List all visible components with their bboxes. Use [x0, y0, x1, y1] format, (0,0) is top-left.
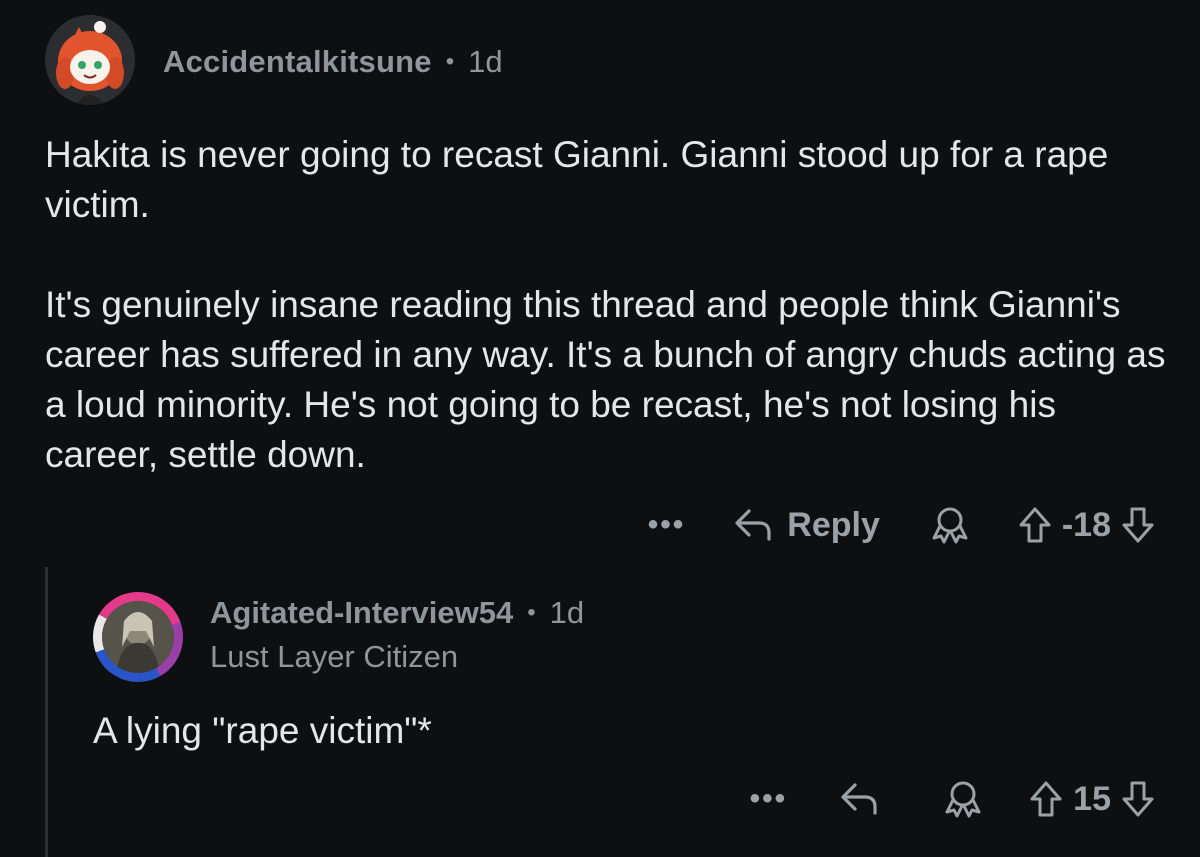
upvote-arrow-icon[interactable] — [1018, 506, 1052, 544]
vote-score: -18 — [1061, 505, 1111, 544]
comment-age: 1d — [549, 595, 585, 630]
comment-meta: Accidentalkitsune • 1d — [163, 42, 503, 82]
user-avatar[interactable] — [93, 592, 183, 682]
comment-actions: ••• Reply -18 — [648, 500, 1155, 550]
separator-dot: • — [527, 599, 536, 626]
downvote-arrow-icon[interactable] — [1121, 780, 1155, 818]
comment-paragraph: Hakita is never going to recast Gianni. … — [45, 134, 1109, 225]
more-options-button[interactable]: ••• — [648, 508, 686, 542]
reply-label: Reply — [787, 505, 880, 544]
award-icon — [945, 781, 981, 818]
reply-button[interactable] — [839, 781, 893, 817]
vote-score: 15 — [1073, 779, 1111, 818]
snoo-avatar-icon — [45, 15, 135, 105]
reply-arrow-icon — [841, 783, 877, 815]
profile-picture-icon — [102, 601, 174, 673]
comment-paragraph: It's genuinely insane reading this threa… — [45, 284, 1166, 475]
comment-thread: Accidentalkitsune • 1d Hakita is never g… — [0, 0, 1200, 857]
thread-line[interactable] — [45, 567, 48, 857]
user-flair: Lust Layer Citizen — [210, 639, 459, 674]
more-options-button[interactable]: ••• — [750, 782, 788, 816]
reply-actions: ••• 15 — [750, 774, 1155, 824]
reply-meta: Agitated-Interview54 • 1d Lust Layer Cit… — [210, 593, 584, 677]
award-icon — [932, 507, 968, 544]
award-button[interactable] — [943, 780, 983, 818]
reply-body: A lying "rape victim"* — [93, 710, 432, 751]
vote-controls: 15 — [1029, 780, 1155, 819]
downvote-arrow-icon[interactable] — [1121, 506, 1155, 544]
username-link[interactable]: Agitated-Interview54 — [210, 595, 513, 631]
username-link[interactable]: Accidentalkitsune — [163, 44, 432, 80]
comment-body: Hakita is never going to recast Gianni. … — [45, 130, 1175, 480]
reply-button[interactable]: Reply — [733, 506, 880, 545]
upvote-arrow-icon[interactable] — [1029, 780, 1063, 818]
reply-arrow-icon — [735, 509, 771, 541]
user-avatar[interactable] — [45, 15, 135, 105]
comment-age: 1d — [468, 44, 503, 79]
award-button[interactable] — [930, 506, 970, 544]
separator-dot: • — [445, 48, 455, 75]
vote-controls: -18 — [1018, 506, 1155, 545]
